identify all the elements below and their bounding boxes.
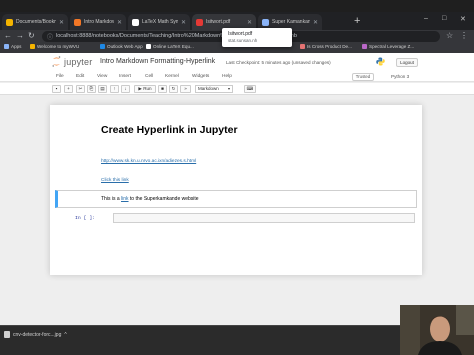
jupyter-logo-icon[interactable] (52, 56, 61, 67)
chevron-down-icon: ▾ (227, 86, 230, 91)
plain-url-link[interactable]: http://www.sk.kn.u.nrvo.ac.ixn/adiezes.s… (101, 159, 196, 164)
forward-icon[interactable]: → (16, 31, 24, 41)
trusted-badge[interactable]: Trusted (352, 73, 374, 81)
tab-close-icon[interactable]: ✕ (313, 19, 318, 26)
markdown-heading: Create Hyperlink in Jupyter (101, 124, 238, 136)
copy-icon[interactable]: ⎘ (87, 85, 96, 93)
logout-button[interactable]: Logout (396, 58, 418, 67)
restart-run-all-icon[interactable]: » (180, 85, 191, 93)
screen-frame: Documents/Bookm ✕ Intro Markdown ✕ LaTeX… (0, 0, 474, 355)
close-window-icon[interactable]: ✕ (460, 15, 466, 23)
popup-title: Isitwort.pdf (228, 31, 253, 37)
cut-icon[interactable]: ✂ (76, 85, 85, 93)
restart-icon[interactable]: ↻ (169, 85, 178, 93)
bookmark-star-icon[interactable]: ☆ (446, 31, 453, 41)
code-cell-input[interactable] (113, 213, 415, 223)
menu-kernel[interactable]: Kernel (165, 74, 179, 79)
bookmark-item[interactable]: Spectral Leverage Z... (362, 44, 414, 49)
reload-icon[interactable]: ↻ (28, 31, 35, 41)
menu-edit[interactable]: Edit (76, 74, 84, 79)
menu-view[interactable]: View (97, 74, 107, 79)
menu-help[interactable]: Help (222, 74, 232, 79)
move-down-icon[interactable]: ↓ (121, 85, 130, 93)
tab-close-icon[interactable]: ✕ (247, 19, 252, 26)
run-icon: ▶ (138, 86, 142, 91)
browser-tab[interactable]: Intro Markdown ✕ (70, 14, 126, 30)
minimize-icon[interactable]: – (424, 15, 428, 22)
bookmark-item[interactable]: Online LaTeX Equ... (146, 44, 194, 49)
cell-type-select[interactable]: Markdown ▾ (195, 85, 233, 93)
menu-insert[interactable]: Insert (119, 74, 131, 79)
checkpoint-status: Last Checkpoint: 5 minutes ago (unsaved … (226, 60, 331, 65)
tab-favicon-icon (262, 18, 269, 26)
tab-label: Intro Markdown (84, 19, 114, 25)
notebook-container: Create Hyperlink in Jupyter http://www.s… (50, 105, 422, 275)
browser-tab[interactable]: Documents/Bookm ✕ (2, 14, 68, 30)
jupyter-page: jupyter Intro Markdown Formatting-Hyperl… (0, 53, 474, 325)
popup-domain: stat.sunsan.nh (228, 38, 258, 43)
maximize-icon[interactable]: □ (442, 15, 446, 22)
back-icon[interactable]: ← (4, 31, 12, 41)
bookmark-favicon-icon (30, 44, 35, 49)
menu-file[interactable]: File (56, 74, 64, 79)
command-palette-icon[interactable]: ⌨ (244, 85, 256, 93)
menu-widgets[interactable]: Widgets (192, 74, 209, 79)
tab-label: Documents/Bookm (16, 19, 56, 25)
bookmark-item[interactable]: Is Cross Product De... (300, 44, 352, 49)
kernel-indicator[interactable]: Python 3 (391, 74, 409, 79)
bookmark-apps[interactable]: Apps (4, 44, 21, 49)
click-this-link[interactable]: Click this link (101, 178, 129, 183)
bookmark-favicon-icon (362, 44, 367, 49)
file-icon (4, 331, 10, 338)
info-icon[interactable]: ⓘ (47, 32, 53, 41)
add-cell-icon[interactable]: + (64, 85, 73, 93)
jupyter-logo-text[interactable]: jupyter (64, 57, 92, 67)
presenter-video-image (400, 305, 474, 355)
bookmark-favicon-icon (146, 44, 151, 49)
move-up-icon[interactable]: ↑ (110, 85, 119, 93)
download-popup[interactable]: Isitwort.pdf stat.sunsan.nh (222, 28, 292, 47)
tab-label: Super Kamankandi (272, 19, 310, 25)
notebook-toolbar: ▪ + ✂ ⎘ ▤ ↑ ↓ ▶ Run ■ ↻ » Markdown ▾ ⌨ (0, 83, 474, 95)
tab-label: LaTeX Math Sym (142, 19, 178, 25)
jupyter-menubar: File Edit View Insert Cell Kernel Widget… (0, 72, 474, 82)
apps-grid-icon (4, 44, 9, 49)
download-item[interactable]: cnv-detector-forc...jpg ^ (4, 331, 67, 338)
python-logo-icon (376, 57, 385, 66)
input-prompt: In [ ]: (75, 216, 96, 221)
bookmark-item[interactable]: Outlook Web App (100, 44, 143, 49)
bookmark-item[interactable]: Welcome to myWVU (30, 44, 79, 49)
jupyter-header: jupyter Intro Markdown Formatting-Hyperl… (0, 53, 474, 72)
tab-close-icon[interactable]: ✕ (59, 19, 64, 26)
tab-favicon-icon (74, 18, 81, 26)
inline-link[interactable]: link (121, 196, 129, 202)
selected-markdown-cell[interactable]: This is a link to the Superkamkande webs… (55, 190, 417, 208)
save-icon[interactable]: ▪ (52, 85, 61, 93)
tab-favicon-icon (6, 18, 13, 26)
bookmark-favicon-icon (100, 44, 105, 49)
tab-favicon-icon (132, 18, 139, 26)
browser-menu-icon[interactable]: ⋮ (460, 31, 468, 41)
tab-close-icon[interactable]: ✕ (181, 19, 186, 26)
chevron-up-icon[interactable]: ^ (64, 332, 66, 338)
run-button[interactable]: ▶ Run (134, 85, 156, 93)
tab-close-icon[interactable]: ✕ (117, 19, 122, 26)
interrupt-icon[interactable]: ■ (158, 85, 167, 93)
new-tab-button[interactable]: + (354, 15, 360, 27)
tab-favicon-icon (196, 18, 203, 26)
bookmark-favicon-icon (300, 44, 305, 49)
webcam-overlay (400, 305, 474, 355)
tab-label: Isitwort.pdf (206, 19, 231, 25)
menu-cell[interactable]: Cell (145, 74, 153, 79)
browser-tab[interactable]: LaTeX Math Sym ✕ (128, 14, 190, 30)
paste-icon[interactable]: ▤ (98, 85, 107, 93)
cell-text: This is a link to the Superkamkande webs… (101, 196, 199, 202)
notebook-title[interactable]: Intro Markdown Formatting-Hyperlink (100, 58, 215, 65)
